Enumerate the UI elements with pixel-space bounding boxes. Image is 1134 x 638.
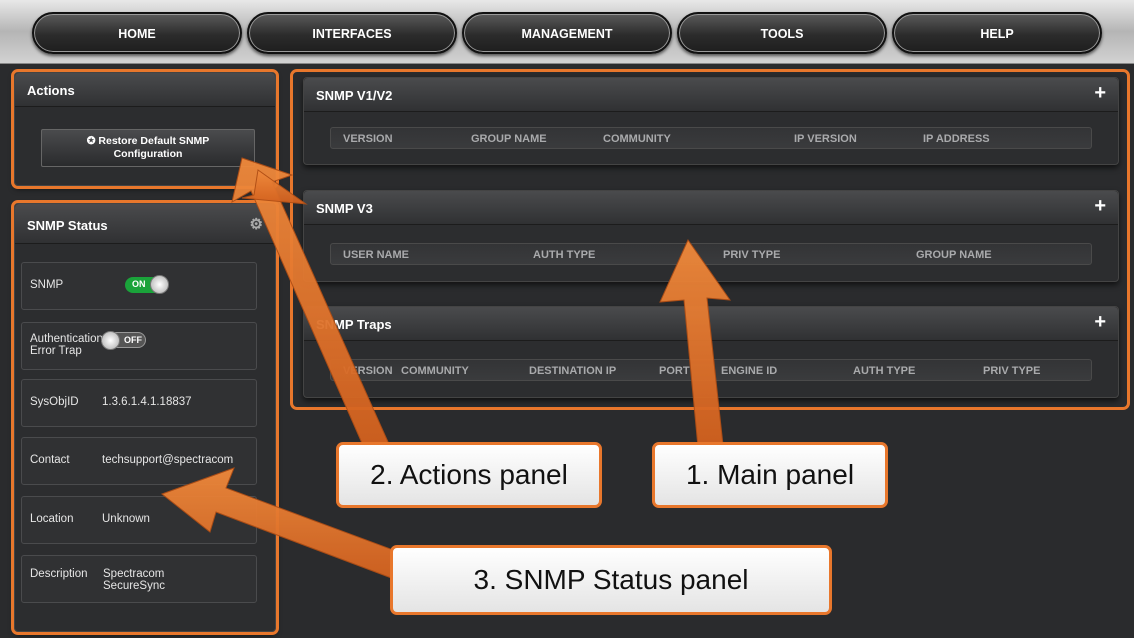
annotation-arrows <box>160 157 732 586</box>
actions-arrow <box>231 157 389 451</box>
status-callout-text: 3. SNMP Status panel <box>473 564 749 595</box>
actions-panel-callout: 2. Actions panel <box>336 442 602 508</box>
main-callout-text: 1. Main panel <box>685 459 855 490</box>
main-panel-callout: 1. Main panel <box>652 442 888 508</box>
actions-callout-text: 2. Actions panel <box>370 459 568 490</box>
main-panel-arrow <box>659 238 732 448</box>
snmp-status-callout: 3. SNMP Status panel <box>390 545 832 615</box>
